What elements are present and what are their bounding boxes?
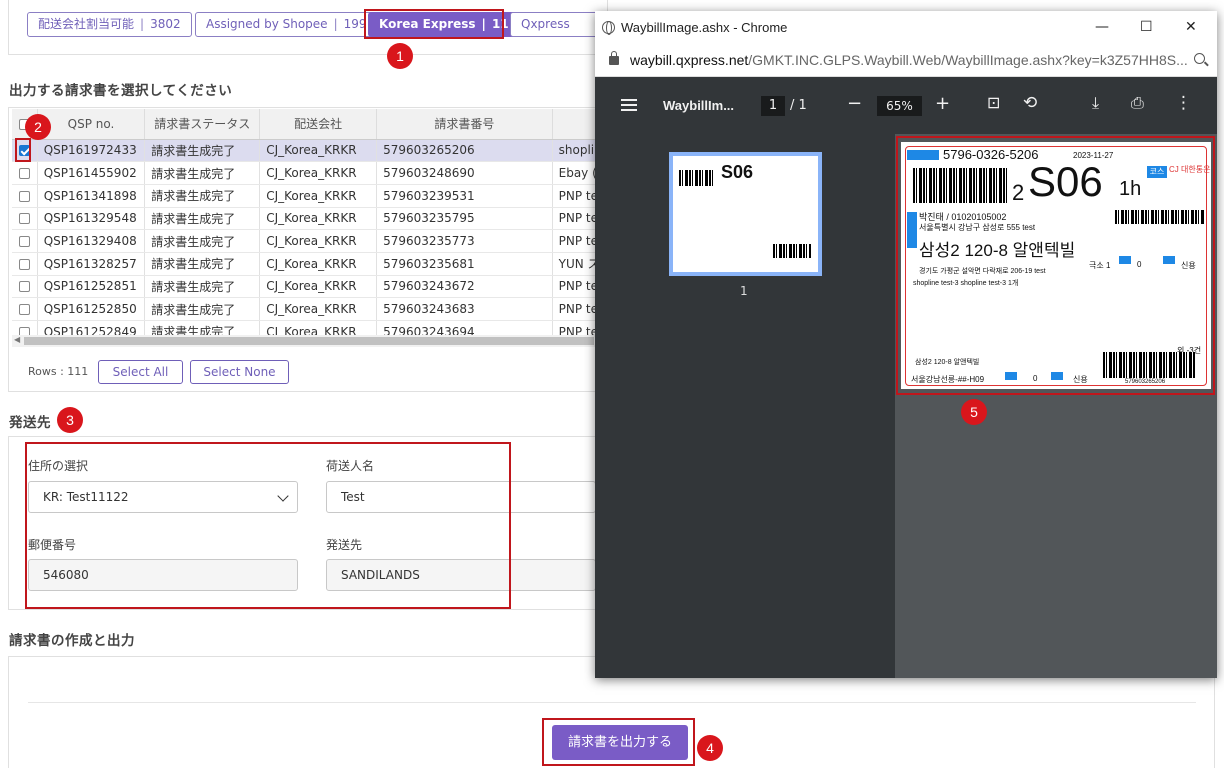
- pdf-toolbar: WaybillIm... 1 / 1 − 65% + ⊡ ⟲ ⤓ ⎙ ⋮: [595, 77, 1217, 134]
- invoice-table: QSP no. 請求書ステータス 配送会社 請求書番号 QSP161972433…: [12, 109, 612, 335]
- page-total: / 1: [790, 98, 807, 113]
- popup-titlebar[interactable]: WaybillImage.ashx - Chrome — ☐ ✕: [595, 11, 1217, 45]
- menu-icon[interactable]: [621, 99, 637, 101]
- table-row[interactable]: QSP161328257 請求書生成完了 CJ_Korea_KRKR 57960…: [12, 252, 612, 276]
- download-icon[interactable]: ⤓: [1092, 93, 1099, 113]
- table-row[interactable]: QSP161341898 請求書生成完了 CJ_Korea_KRKR 57960…: [12, 184, 612, 208]
- step-badge-3: 3: [57, 407, 83, 433]
- row-checkbox[interactable]: [18, 281, 30, 293]
- col-status[interactable]: 請求書ステータス: [144, 109, 261, 140]
- close-icon[interactable]: ✕: [1185, 19, 1197, 35]
- step-badge-5: 5: [961, 399, 987, 425]
- scrollbar-thumb[interactable]: [24, 337, 594, 345]
- step-badge-2: 2: [25, 114, 51, 140]
- url-text[interactable]: waybill.qxpress.net/GMKT.INC.GLPS.Waybil…: [630, 52, 1190, 68]
- table-row[interactable]: QSP161972433 請求書生成完了 CJ_Korea_KRKR 57960…: [12, 139, 612, 163]
- step-badge-1: 1: [387, 43, 413, 69]
- chip-assignable[interactable]: 配送会社割当可能 | 3802: [27, 12, 192, 37]
- lock-icon: [609, 51, 619, 65]
- pdf-thumbnail-pane: S06 1: [595, 134, 895, 678]
- table-row[interactable]: QSP161329548 請求書生成完了 CJ_Korea_KRKR 57960…: [12, 207, 612, 231]
- zoom-in-icon[interactable]: +: [935, 93, 950, 114]
- invoice-select-title: 出力する請求書を選択してください: [9, 83, 233, 99]
- highlight-row-checkbox: [15, 138, 31, 162]
- zoom-level-input[interactable]: 65%: [877, 96, 922, 116]
- chrome-popup-window: WaybillImage.ashx - Chrome — ☐ ✕ waybill…: [595, 11, 1217, 678]
- invoice-table-scroll[interactable]: QSP no. 請求書ステータス 配送会社 請求書番号 QSP161972433…: [12, 109, 612, 335]
- chip-qxpress[interactable]: Qxpress: [510, 12, 600, 37]
- globe-icon: [602, 21, 615, 35]
- divider: [28, 702, 1196, 703]
- thumb-route-code: S06: [721, 162, 754, 182]
- row-checkbox[interactable]: [18, 304, 30, 316]
- page-number-input[interactable]: 1: [761, 96, 785, 116]
- popup-title: WaybillImage.ashx - Chrome: [621, 20, 788, 35]
- step-badge-4: 4: [697, 735, 723, 761]
- table-row[interactable]: QSP161455902 請求書生成完了 CJ_Korea_KRKR 57960…: [12, 161, 612, 185]
- search-icon[interactable]: [1194, 53, 1205, 64]
- more-options-icon[interactable]: ⋮: [1175, 93, 1192, 113]
- col-invoice-no[interactable]: 請求書番号: [376, 109, 553, 140]
- print-icon[interactable]: ⎙: [1131, 93, 1144, 113]
- row-checkbox[interactable]: [18, 236, 30, 248]
- row-checkbox[interactable]: [18, 168, 30, 180]
- col-carrier[interactable]: 配送会社: [259, 109, 378, 140]
- select-all-button[interactable]: Select All: [98, 360, 183, 384]
- highlight-korea-express: [364, 9, 504, 39]
- row-checkbox[interactable]: [18, 190, 30, 202]
- maximize-icon[interactable]: ☐: [1140, 19, 1153, 35]
- highlight-sender-fields: [25, 442, 511, 609]
- select-none-button[interactable]: Select None: [190, 360, 289, 384]
- invoice-table-panel: QSP no. 請求書ステータス 配送会社 請求書番号 QSP161972433…: [8, 107, 612, 392]
- scroll-left-arrow-icon[interactable]: ◀: [14, 335, 20, 344]
- table-row[interactable]: QSP161252849 請求書生成完了 CJ_Korea_KRKR 57960…: [12, 320, 612, 335]
- table-row[interactable]: QSP161252851 請求書生成完了 CJ_Korea_KRKR 57960…: [12, 275, 612, 299]
- sender-title: 発送先: [9, 415, 51, 431]
- highlight-waybill: [896, 136, 1215, 395]
- minimize-icon[interactable]: —: [1095, 19, 1109, 35]
- zoom-out-icon[interactable]: −: [847, 93, 862, 114]
- table-horizontal-scrollbar[interactable]: ◀: [12, 335, 602, 347]
- row-checkbox[interactable]: [18, 213, 30, 225]
- page-thumbnail[interactable]: S06: [669, 152, 822, 276]
- rotate-icon[interactable]: ⟲: [1023, 93, 1037, 113]
- output-invoice-button[interactable]: 請求書を出力する: [552, 725, 688, 760]
- rows-count: Rows : 111: [28, 365, 89, 378]
- thumb-barcode: [679, 170, 715, 186]
- thumbnail-page-number: 1: [740, 284, 748, 298]
- output-title: 請求書の作成と出力: [9, 633, 135, 649]
- row-checkbox[interactable]: [18, 326, 30, 335]
- row-checkbox[interactable]: [18, 258, 30, 270]
- table-row[interactable]: QSP161329408 請求書生成完了 CJ_Korea_KRKR 57960…: [12, 229, 612, 253]
- col-qsp-no[interactable]: QSP no.: [37, 109, 146, 140]
- address-bar[interactable]: waybill.qxpress.net/GMKT.INC.GLPS.Waybil…: [595, 45, 1217, 77]
- thumb-barcode-2: [773, 244, 811, 258]
- fit-page-icon[interactable]: ⊡: [987, 93, 1000, 112]
- chip-assigned-by-shopee[interactable]: Assigned by Shopee | 199: [195, 12, 378, 37]
- pdf-doc-name: WaybillIm...: [663, 98, 735, 113]
- table-row[interactable]: QSP161252850 請求書生成完了 CJ_Korea_KRKR 57960…: [12, 297, 612, 321]
